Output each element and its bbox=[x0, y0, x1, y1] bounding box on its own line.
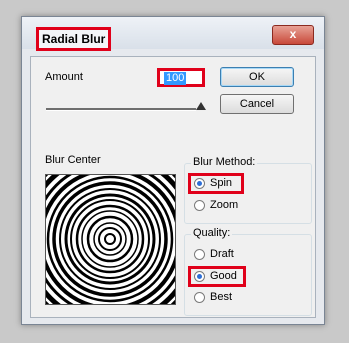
radio-draft-indicator[interactable] bbox=[194, 249, 205, 260]
cancel-button[interactable]: Cancel bbox=[220, 94, 294, 114]
radio-best-label: Best bbox=[210, 291, 233, 303]
blur-center-preview[interactable] bbox=[15, 144, 205, 334]
radial-blur-dialog: Radial Blur x Amount 100 OK Cancel Blur … bbox=[15, 16, 325, 334]
amount-label: Amount bbox=[45, 71, 83, 83]
amount-input[interactable]: 100 bbox=[157, 68, 205, 87]
amount-slider-thumb[interactable] bbox=[196, 102, 206, 110]
good-highlight-box bbox=[188, 266, 246, 287]
ok-button[interactable]: OK bbox=[220, 67, 294, 87]
blur-center-label: Blur Center bbox=[45, 154, 101, 166]
title-bar[interactable]: Radial Blur x bbox=[22, 17, 324, 51]
quality-group: Quality: Draft Good Best bbox=[184, 227, 312, 316]
radio-best-indicator[interactable] bbox=[194, 292, 205, 303]
dialog-title: Radial Blur bbox=[36, 27, 112, 51]
close-button[interactable]: x bbox=[272, 25, 314, 45]
spin-highlight-box bbox=[188, 173, 244, 194]
blur-method-group: Blur Method: Spin Zoom bbox=[184, 156, 312, 224]
amount-value: 100 bbox=[164, 72, 187, 85]
spin-blur-preview bbox=[15, 144, 205, 334]
dialog-body: Amount 100 OK Cancel Blur Center Blur Me… bbox=[15, 56, 316, 334]
radio-draft-label: Draft bbox=[210, 248, 234, 260]
radio-zoom-label: Zoom bbox=[210, 199, 239, 211]
quality-label: Quality: bbox=[191, 227, 233, 239]
blur-method-label: Blur Method: bbox=[191, 156, 258, 168]
amount-slider-track[interactable] bbox=[46, 108, 196, 111]
radio-zoom-indicator[interactable] bbox=[194, 200, 205, 211]
